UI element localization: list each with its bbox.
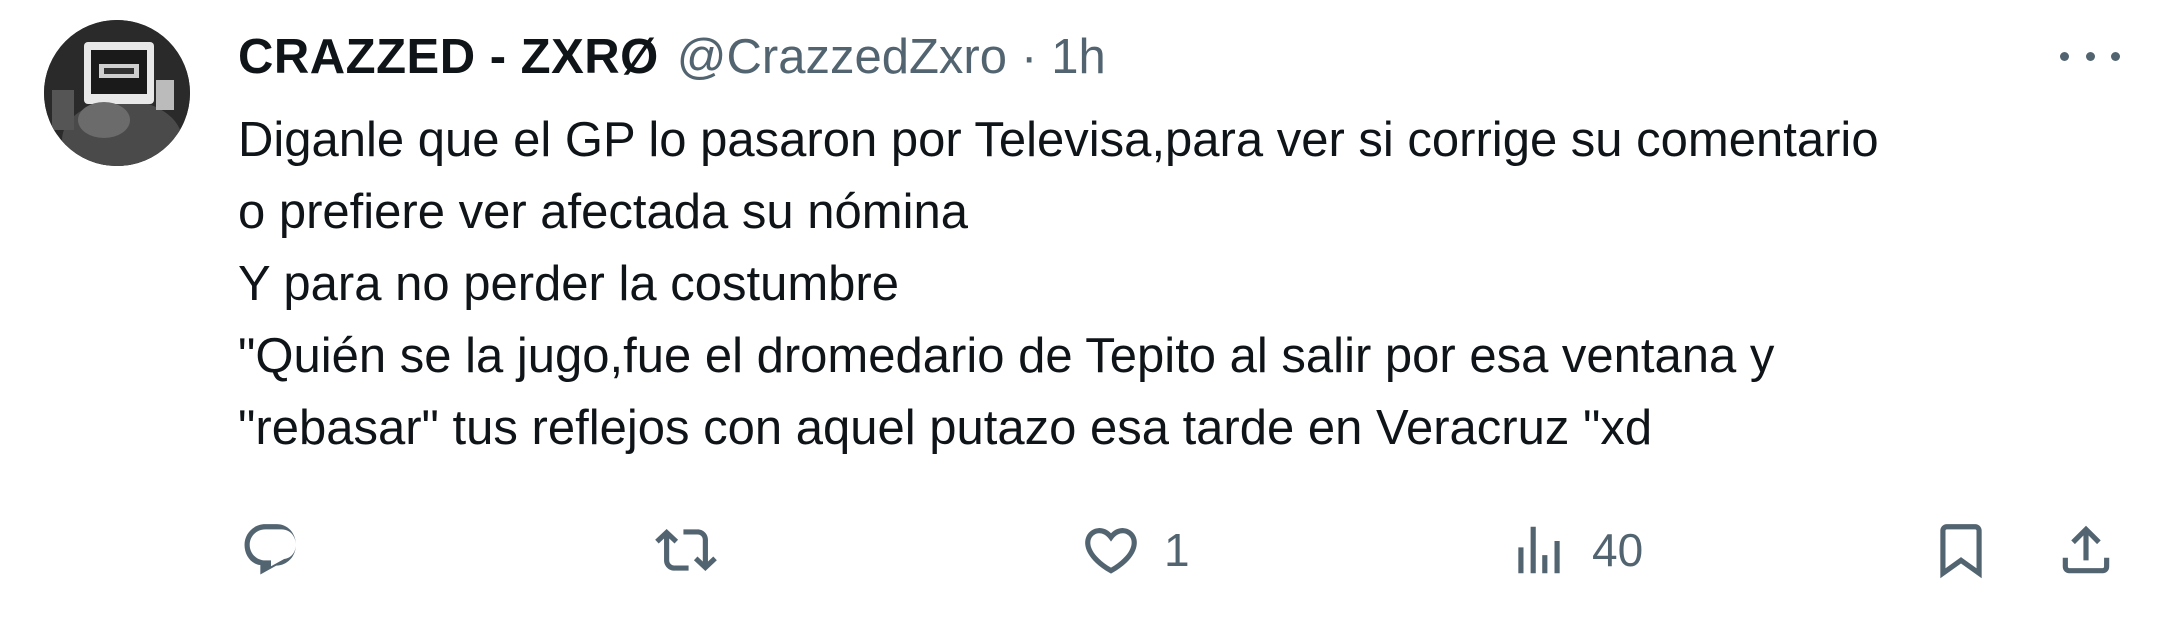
tweet-text-line: "rebasar" tus reflejos con aquel putazo …: [238, 401, 1653, 455]
tweet-header: CRAZZED - ZXRØ @CrazzedZxro · 1h: [238, 22, 1106, 92]
tweet-text-line: "Quién se la jugo,fue el dromedario de T…: [238, 329, 1775, 383]
display-name[interactable]: CRAZZED - ZXRØ: [238, 29, 659, 85]
user-handle[interactable]: @CrazzedZxro: [677, 29, 1007, 85]
like-count: 1: [1164, 524, 1190, 576]
more-options-button[interactable]: [2060, 36, 2120, 76]
separator-dot: ·: [1020, 30, 1038, 84]
action-bar: 1 40: [0, 510, 2157, 590]
tweet[interactable]: CRAZZED - ZXRØ @CrazzedZxro · 1h Diganle…: [0, 0, 2157, 620]
share-button[interactable]: [2055, 510, 2117, 590]
views-count: 40: [1592, 524, 1644, 576]
retweet-button[interactable]: [655, 510, 717, 590]
timestamp[interactable]: 1h: [1051, 29, 1106, 85]
avatar-image: [44, 20, 190, 166]
bookmark-icon: [1940, 524, 1982, 579]
more-horizontal-icon: [2111, 51, 2120, 61]
reply-icon: [244, 524, 296, 575]
more-horizontal-icon: [2060, 51, 2069, 61]
tweet-text-line: Diganle que el GP lo pasaron por Televis…: [238, 113, 1879, 167]
heart-icon: [1085, 528, 1137, 574]
share-icon: [2062, 525, 2110, 574]
views-button[interactable]: 40: [1508, 510, 1643, 590]
retweet-icon: [655, 529, 717, 571]
tweet-text: Diganle que el GP lo pasaron por Televis…: [238, 104, 2118, 464]
tweet-text-line: o prefiere ver afectada su nómina: [238, 185, 968, 239]
more-horizontal-icon: [2085, 51, 2095, 61]
bookmark-button[interactable]: [1930, 510, 1992, 590]
views-icon: [1518, 526, 1560, 574]
reply-button[interactable]: [240, 510, 302, 590]
avatar[interactable]: [44, 20, 190, 166]
like-button[interactable]: 1: [1080, 510, 1190, 590]
tweet-text-line: Y para no perder la costumbre: [238, 257, 899, 311]
